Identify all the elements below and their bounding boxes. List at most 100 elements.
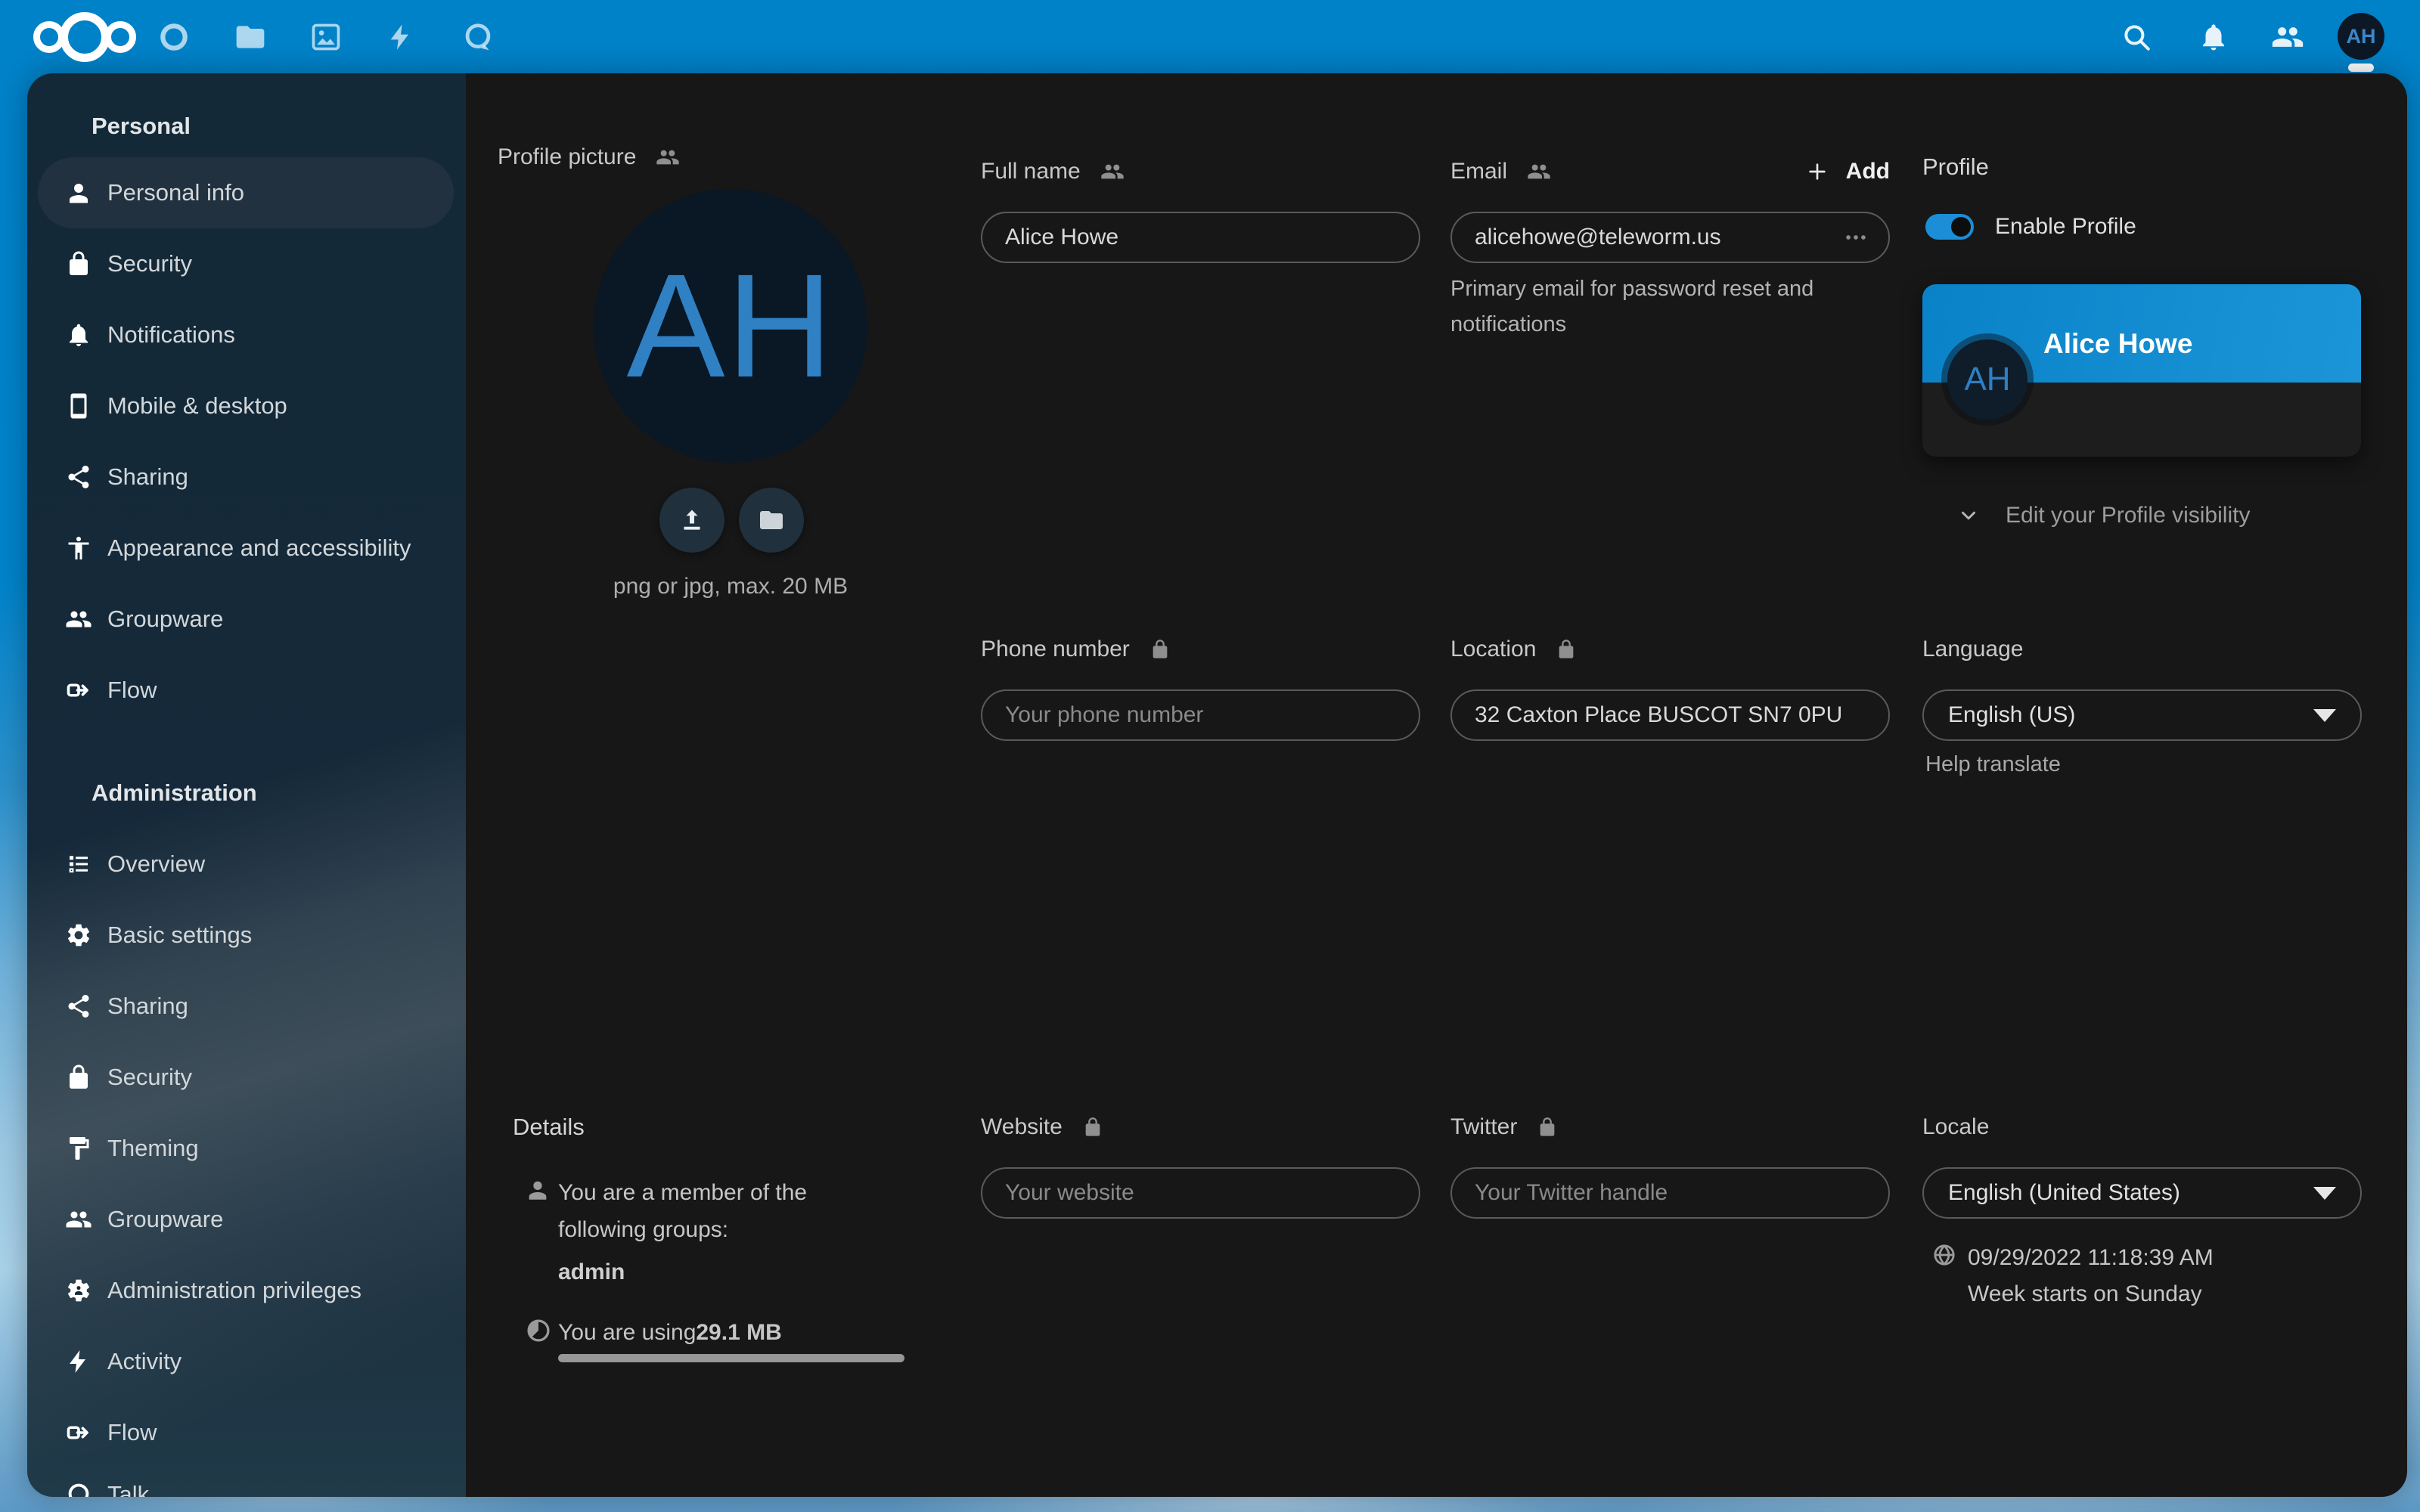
share-icon: [65, 993, 92, 1020]
flow-icon: [65, 677, 92, 704]
full-name-input[interactable]: [981, 212, 1420, 263]
person-icon: [65, 179, 92, 206]
add-email-label: Add: [1846, 159, 1890, 184]
sidebar-item-notifications[interactable]: Notifications: [38, 299, 454, 370]
photos-icon[interactable]: [303, 0, 349, 73]
profile-picture-label-row: Profile picture: [498, 138, 680, 176]
sidebar-item-label: Talk: [107, 1481, 149, 1497]
email-actions-icon[interactable]: [1843, 212, 1869, 263]
sidebar-item-basic-settings[interactable]: Basic settings: [38, 900, 454, 971]
sidebar-item-label: Flow: [107, 1419, 157, 1446]
profile-card-name: Alice Howe: [2043, 328, 2192, 360]
list-icon: [65, 850, 92, 878]
activity-icon[interactable]: [378, 0, 424, 73]
profile-preview-card[interactable]: AH Alice Howe: [1922, 284, 2361, 457]
paint-roller-icon: [65, 1135, 92, 1162]
add-email-button[interactable]: Add: [1805, 159, 1890, 184]
sidebar-item-label: Groupware: [107, 1206, 223, 1233]
website-input[interactable]: [981, 1167, 1420, 1219]
locale-select[interactable]: English (United States): [1922, 1167, 2362, 1219]
email-help-text: Primary email for password reset and not…: [1450, 271, 1832, 342]
plus-icon: [1805, 160, 1829, 184]
quota-progress-bar: [558, 1354, 904, 1362]
scope-people-icon[interactable]: [656, 145, 680, 169]
email-input[interactable]: [1450, 212, 1890, 263]
bell-icon: [65, 321, 92, 349]
help-translate-link[interactable]: Help translate: [1925, 745, 2061, 783]
sidebar-item-label: Security: [107, 250, 192, 277]
top-header-bar: AH: [0, 0, 2420, 73]
sidebar-item-security[interactable]: Security: [38, 228, 454, 299]
language-label: Language: [1922, 637, 2023, 662]
upload-avatar-button[interactable]: [659, 488, 724, 553]
search-icon[interactable]: [2114, 0, 2159, 73]
location-label-row: Location: [1450, 631, 1577, 668]
quota-prefix: You are using: [558, 1320, 696, 1346]
twitter-input[interactable]: [1450, 1167, 1890, 1219]
files-icon[interactable]: [228, 0, 273, 73]
lock-icon[interactable]: [1556, 639, 1577, 660]
sidebar-item-label: Personal info: [107, 179, 244, 206]
user-avatar[interactable]: AH: [2338, 13, 2384, 60]
quota-usage-text: You are using 29.1 MB: [558, 1314, 782, 1352]
nextcloud-logo-icon[interactable]: [33, 0, 136, 73]
globe-icon: [1931, 1242, 1957, 1268]
quota-icon: [525, 1317, 552, 1344]
person-icon: [525, 1177, 551, 1203]
talk-icon[interactable]: [455, 0, 501, 73]
profile-picture-avatar: AH: [594, 189, 867, 463]
website-label-row: Website: [981, 1108, 1103, 1146]
logo-ring-center: [60, 12, 110, 62]
folder-icon: [758, 507, 785, 534]
locale-label-row: Locale: [1922, 1108, 1989, 1146]
toggle-knob: [1951, 217, 1971, 237]
select-caret-icon: [2313, 709, 2336, 722]
lock-icon[interactable]: [1537, 1117, 1558, 1138]
website-label: Website: [981, 1114, 1063, 1140]
sidebar-item-appearance-accessibility[interactable]: Appearance and accessibility: [38, 513, 454, 584]
accessibility-icon: [65, 534, 92, 562]
scope-people-icon[interactable]: [1100, 160, 1125, 184]
quota-value: 29.1 MB: [696, 1320, 781, 1346]
profile-section-heading: Profile: [1922, 148, 1989, 186]
edit-profile-visibility[interactable]: Edit your Profile visibility: [1957, 497, 2250, 534]
sidebar-item-mobile-desktop[interactable]: Mobile & desktop: [38, 370, 454, 442]
share-icon: [65, 463, 92, 491]
sidebar-item-talk[interactable]: Talk: [38, 1459, 454, 1497]
select-caret-icon: [2313, 1187, 2336, 1200]
sidebar-item-activity[interactable]: Activity: [38, 1326, 454, 1397]
profile-card-avatar: AH: [1947, 339, 2028, 420]
sidebar-item-label: Groupware: [107, 606, 223, 633]
contacts-icon[interactable]: [2265, 0, 2310, 73]
sidebar-item-admin-flow[interactable]: Flow: [38, 1397, 454, 1468]
lock-icon[interactable]: [1150, 639, 1171, 660]
sidebar-item-flow[interactable]: Flow: [38, 655, 454, 726]
language-select[interactable]: English (US): [1922, 689, 2362, 741]
sidebar-item-administration-privileges[interactable]: Administration privileges: [38, 1255, 454, 1326]
sidebar-item-admin-security[interactable]: Security: [38, 1042, 454, 1113]
sidebar-item-label: Theming: [107, 1135, 199, 1162]
enable-profile-toggle[interactable]: [1925, 214, 1974, 240]
sidebar-item-label: Basic settings: [107, 922, 252, 949]
locale-week-note: Week starts on Sunday: [1968, 1275, 2202, 1313]
sidebar-item-personal-info[interactable]: Personal info: [38, 157, 454, 228]
choose-from-files-button[interactable]: [739, 488, 804, 553]
sidebar-item-groupware[interactable]: Groupware: [38, 584, 454, 655]
scope-people-icon[interactable]: [1527, 160, 1551, 184]
sidebar-item-sharing[interactable]: Sharing: [38, 442, 454, 513]
settings-active-indicator: [2348, 64, 2374, 72]
settings-sidebar: Personal Personal info Security Notifica…: [27, 73, 466, 1497]
sidebar-item-admin-sharing[interactable]: Sharing: [38, 971, 454, 1042]
lock-icon[interactable]: [1082, 1117, 1103, 1138]
sidebar-item-overview[interactable]: Overview: [38, 829, 454, 900]
dashboard-icon[interactable]: [151, 0, 197, 73]
location-input[interactable]: [1450, 689, 1890, 741]
lock-icon: [65, 1064, 92, 1091]
email-label: Email: [1450, 159, 1507, 184]
notifications-bell-icon[interactable]: [2191, 0, 2236, 73]
sidebar-item-theming[interactable]: Theming: [38, 1113, 454, 1184]
sidebar-item-admin-groupware[interactable]: Groupware: [38, 1184, 454, 1255]
phone-input[interactable]: [981, 689, 1420, 741]
sidebar-item-label: Notifications: [107, 321, 235, 349]
sidebar-item-label: Mobile & desktop: [107, 392, 287, 420]
